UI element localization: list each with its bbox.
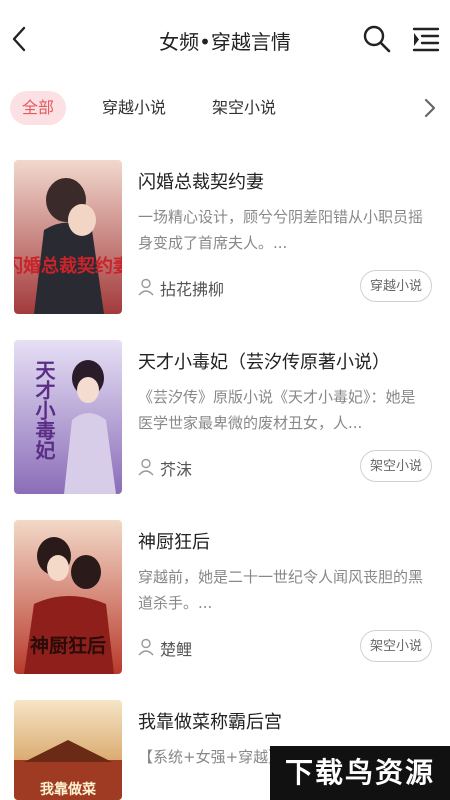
author-icon [138,458,154,476]
cover-title: 神厨狂后 [30,634,106,657]
book-cover[interactable]: 我靠做菜 [14,700,122,800]
category-more-button[interactable] [418,94,442,122]
menu-button[interactable] [408,22,442,56]
author-name: 楚鲤 [160,640,193,659]
book-cover[interactable]: 神厨狂后 [14,520,122,674]
category-bar: 全部 穿越小说 架空小说 [0,86,450,130]
genre-tag[interactable]: 架空小说 [360,630,432,662]
genre-tag[interactable]: 穿越小说 [360,270,432,302]
watermark-logo: 下载鸟资源 [270,746,450,800]
top-bar: 女频•穿越言情 [0,0,450,78]
book-description: 《芸汐传》原版小说《天才小毒妃》：她是医学世家最卑微的废材丑女，人... [138,388,416,432]
book-cover[interactable]: 天才小毒妃 [14,340,122,494]
book-title[interactable]: 神厨狂后 [138,528,210,554]
author-name: 拈花拂柳 [160,280,225,299]
book-cover[interactable]: 闪婚总裁契约妻 [14,160,122,314]
author-name: 芥沫 [160,460,193,479]
book-description: 一场精心设计，顾兮兮阴差阳错从小职员摇身变成了首席夫人。... [138,208,424,252]
category-tab-all[interactable]: 全部 [10,91,67,125]
book-title[interactable]: 我靠做菜称霸后宫 [138,708,282,734]
book-item[interactable]: 神厨狂后 神厨狂后 穿越前，她是二十一世纪令人闻风丧胆的黑道杀手。... 楚鲤 … [0,520,450,680]
cover-title: 我靠做菜 [40,781,97,798]
cover-title: 闪婚总裁契约妻 [14,255,122,277]
author-icon [138,638,154,656]
book-title[interactable]: 天才小毒妃（芸汐传原著小说） [138,348,390,374]
chevron-right-icon [424,98,436,118]
author-icon [138,278,154,296]
category-tab-time-travel[interactable]: 穿越小说 [90,91,178,125]
book-title[interactable]: 闪婚总裁契约妻 [138,168,264,194]
cover-title: 天才小毒妃 [32,360,56,461]
menu-list-icon [412,27,440,52]
book-item[interactable]: 天才小毒妃 天才小毒妃（芸汐传原著小说） 《芸汐传》原版小说《天才小毒妃》：她是… [0,340,450,500]
genre-tag[interactable]: 架空小说 [360,450,432,482]
book-item[interactable]: 闪婚总裁契约妻 闪婚总裁契约妻 一场精心设计，顾兮兮阴差阳错从小职员摇身变成了首… [0,160,450,320]
search-button[interactable] [360,22,394,56]
search-icon [363,25,391,53]
category-tab-fictional[interactable]: 架空小说 [200,91,288,125]
book-description: 穿越前，她是二十一世纪令人闻风丧胆的黑道杀手。... [138,568,424,612]
